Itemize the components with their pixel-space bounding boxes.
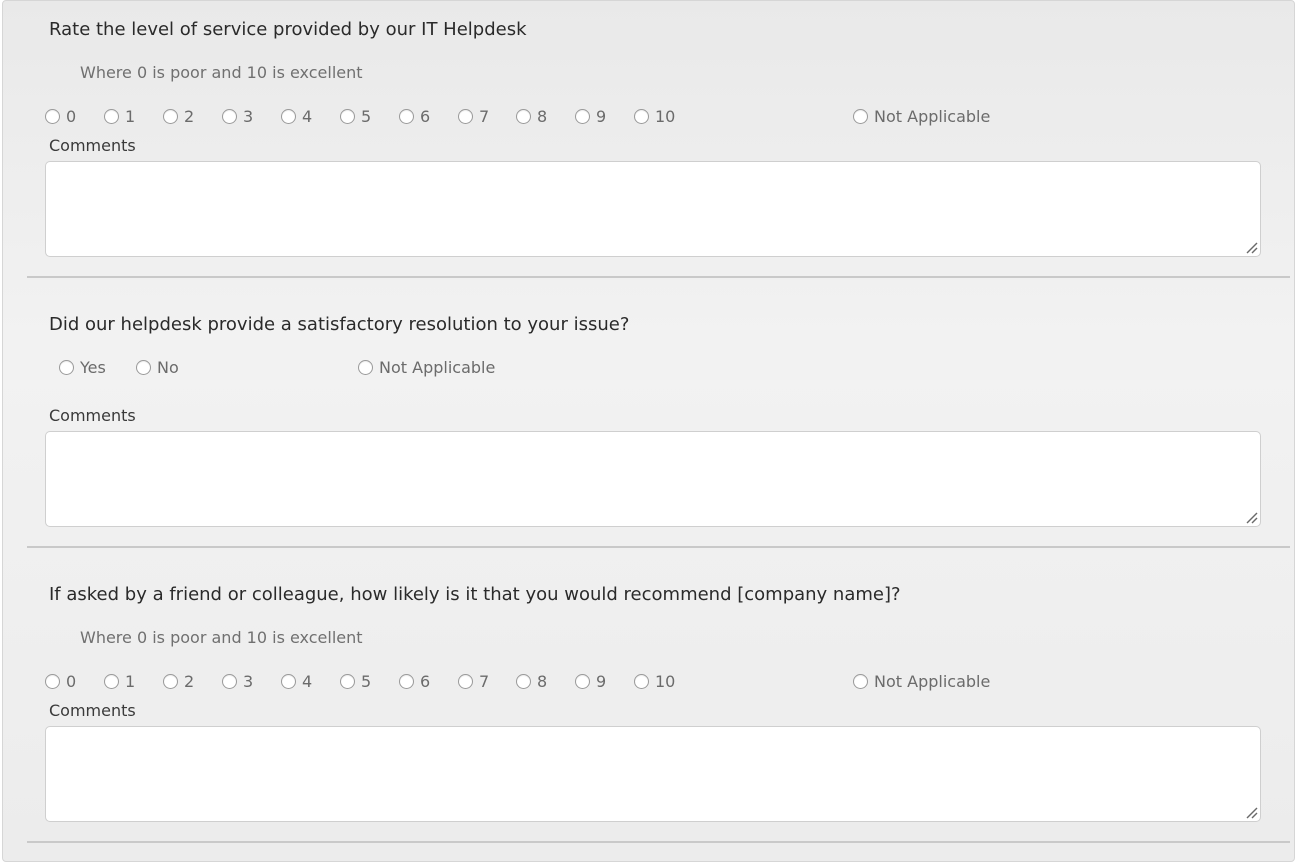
radio-button[interactable] <box>853 674 868 689</box>
radio-button[interactable] <box>45 109 60 124</box>
rating-option-3[interactable]: 3 <box>222 107 253 126</box>
comments-label: Comments <box>49 136 136 155</box>
radio-button[interactable] <box>575 109 590 124</box>
comments-textarea[interactable] <box>45 431 1261 527</box>
question-hint: Where 0 is poor and 10 is excellent <box>80 628 363 647</box>
recommend-option-5[interactable]: 5 <box>340 672 371 691</box>
radio-button[interactable] <box>853 109 868 124</box>
radio-button[interactable] <box>104 674 119 689</box>
radio-button[interactable] <box>458 674 473 689</box>
radio-button[interactable] <box>358 360 373 375</box>
question-divider <box>27 276 1290 278</box>
recommend-option-0[interactable]: 0 <box>45 672 76 691</box>
recommend-option-6[interactable]: 6 <box>399 672 430 691</box>
recommend-option-3[interactable]: 3 <box>222 672 253 691</box>
question-title: If asked by a friend or colleague, how l… <box>49 584 901 605</box>
recommend-option-2[interactable]: 2 <box>163 672 194 691</box>
resize-grip-icon[interactable] <box>1246 807 1258 819</box>
radio-button[interactable] <box>163 109 178 124</box>
rating-option-not-applicable[interactable]: Not Applicable <box>853 107 990 126</box>
rating-option-6[interactable]: 6 <box>399 107 430 126</box>
resolution-options: Yes No Not Applicable <box>3 358 1294 382</box>
rating-option-9[interactable]: 9 <box>575 107 606 126</box>
recommend-options: 0 1 2 3 4 5 6 7 8 9 10 Not Applicable <box>3 672 1294 696</box>
resolution-option-yes[interactable]: Yes <box>59 358 106 377</box>
question-title: Rate the level of service provided by ou… <box>49 19 527 40</box>
comments-label: Comments <box>49 406 136 425</box>
radio-button[interactable] <box>516 674 531 689</box>
radio-button[interactable] <box>45 674 60 689</box>
radio-button[interactable] <box>399 674 414 689</box>
comments-label: Comments <box>49 701 136 720</box>
comments-textarea[interactable] <box>45 726 1261 822</box>
radio-button[interactable] <box>340 109 355 124</box>
recommend-option-4[interactable]: 4 <box>281 672 312 691</box>
question-divider <box>27 546 1290 548</box>
radio-button[interactable] <box>516 109 531 124</box>
rating-option-4[interactable]: 4 <box>281 107 312 126</box>
question-hint: Where 0 is poor and 10 is excellent <box>80 63 363 82</box>
radio-button[interactable] <box>340 674 355 689</box>
rating-option-8[interactable]: 8 <box>516 107 547 126</box>
radio-button[interactable] <box>136 360 151 375</box>
radio-button[interactable] <box>399 109 414 124</box>
recommend-option-7[interactable]: 7 <box>458 672 489 691</box>
radio-button[interactable] <box>222 109 237 124</box>
rating-option-1[interactable]: 1 <box>104 107 135 126</box>
recommend-option-1[interactable]: 1 <box>104 672 135 691</box>
resize-grip-icon[interactable] <box>1246 512 1258 524</box>
rating-option-5[interactable]: 5 <box>340 107 371 126</box>
question-divider <box>27 841 1290 843</box>
radio-button[interactable] <box>281 674 296 689</box>
radio-button[interactable] <box>59 360 74 375</box>
survey-form: Rate the level of service provided by ou… <box>2 0 1295 862</box>
radio-button[interactable] <box>634 674 649 689</box>
rating-option-7[interactable]: 7 <box>458 107 489 126</box>
radio-button[interactable] <box>634 109 649 124</box>
recommend-option-8[interactable]: 8 <box>516 672 547 691</box>
radio-button[interactable] <box>458 109 473 124</box>
recommend-option-10[interactable]: 10 <box>634 672 675 691</box>
comments-textarea[interactable] <box>45 161 1261 257</box>
rating-option-10[interactable]: 10 <box>634 107 675 126</box>
question-title: Did our helpdesk provide a satisfactory … <box>49 314 630 335</box>
rating-options: 0 1 2 3 4 5 6 7 8 9 10 Not Applicable <box>3 107 1294 131</box>
resize-grip-icon[interactable] <box>1246 242 1258 254</box>
radio-button[interactable] <box>575 674 590 689</box>
resolution-option-no[interactable]: No <box>136 358 179 377</box>
radio-button[interactable] <box>281 109 296 124</box>
resolution-option-not-applicable[interactable]: Not Applicable <box>358 358 495 377</box>
radio-button[interactable] <box>222 674 237 689</box>
recommend-option-9[interactable]: 9 <box>575 672 606 691</box>
rating-option-2[interactable]: 2 <box>163 107 194 126</box>
recommend-option-not-applicable[interactable]: Not Applicable <box>853 672 990 691</box>
radio-button[interactable] <box>104 109 119 124</box>
radio-button[interactable] <box>163 674 178 689</box>
rating-option-0[interactable]: 0 <box>45 107 76 126</box>
